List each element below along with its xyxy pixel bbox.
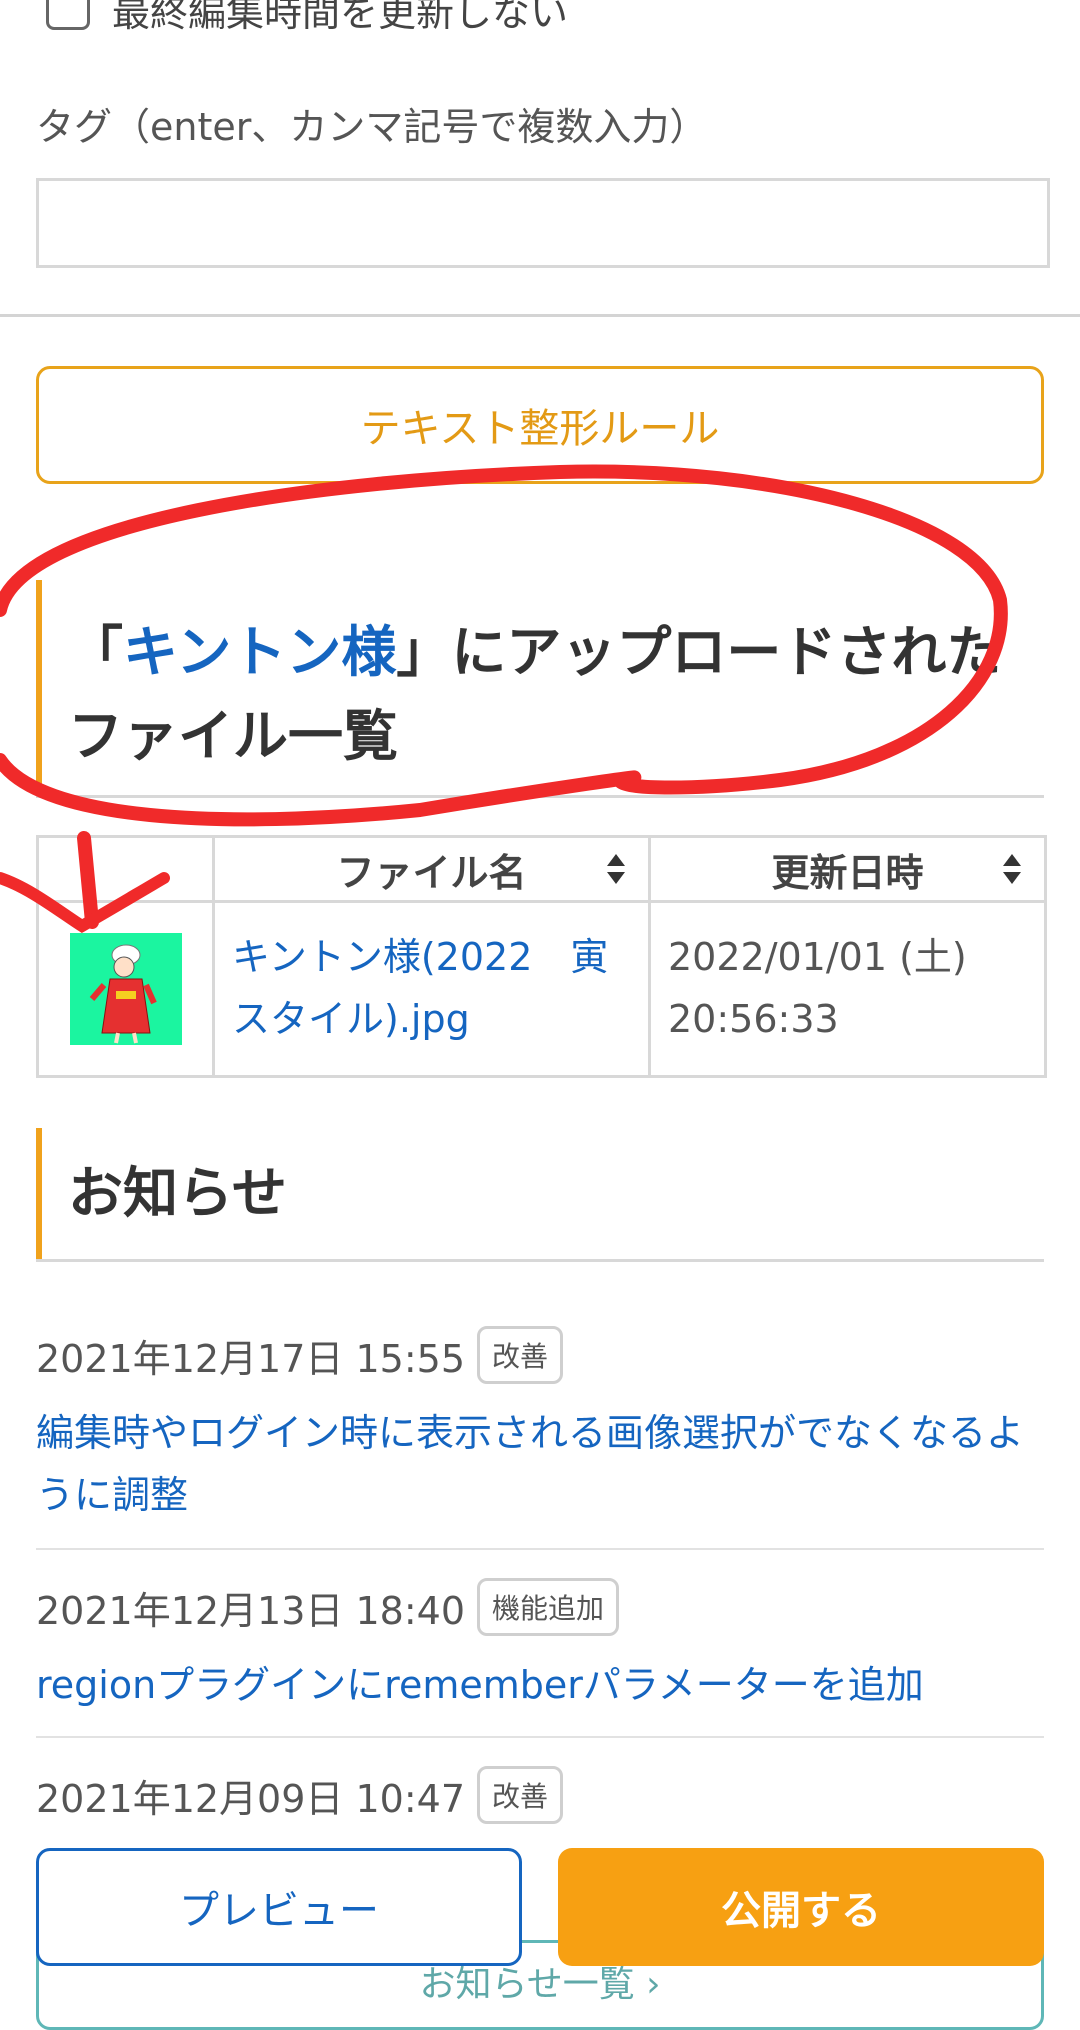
sort-icon[interactable] bbox=[1002, 852, 1022, 886]
publish-button[interactable]: 公開する bbox=[558, 1848, 1044, 1966]
heading-open-bracket: 「 bbox=[68, 620, 124, 684]
file-date-cell: 2022/01/01 (土) 20:56:33 bbox=[648, 900, 1047, 1078]
no-update-time-checkbox[interactable] bbox=[46, 0, 90, 30]
date-header-label: 更新日時 bbox=[771, 850, 924, 895]
file-thumbnail[interactable] bbox=[69, 933, 182, 1045]
news-heading-label: お知らせ bbox=[68, 1161, 287, 1225]
list-divider bbox=[36, 1736, 1044, 1738]
no-update-time-option[interactable]: 最終編集時間を更新しない bbox=[46, 0, 568, 37]
table-row: キントン様(2022 寅スタイル).jpg 2022/01/01 (土) 20:… bbox=[36, 900, 1047, 1078]
no-update-time-label: 最終編集時間を更新しない bbox=[112, 0, 569, 35]
news-title-link[interactable]: regionプラグインにrememberパラメーターを追加 bbox=[36, 1654, 1044, 1716]
preview-button[interactable]: プレビュー bbox=[36, 1848, 522, 1966]
news-date: 2021年12月09日 10:47 bbox=[36, 1776, 466, 1821]
list-item: 2021年12月09日 10:47 改善 bbox=[36, 1766, 1044, 1842]
character-image-icon bbox=[69, 933, 182, 1045]
page-name-link[interactable]: キントン様 bbox=[123, 620, 396, 684]
uploaded-files-table: ファイル名 更新日時 キントン様(2022 寅スタイル).jpg 2022/01… bbox=[36, 835, 1047, 1078]
list-item: 2021年12月17日 15:55 改善 編集時やログイン時に表示される画像選択… bbox=[36, 1326, 1044, 1526]
news-heading: お知らせ bbox=[36, 1128, 1044, 1262]
section-divider bbox=[0, 314, 1080, 317]
date-column-header[interactable]: 更新日時 bbox=[648, 835, 1047, 903]
news-date: 2021年12月13日 18:40 bbox=[36, 1588, 466, 1633]
uploaded-files-heading: 「キントン様」にアップロードされたファイル一覧 bbox=[36, 580, 1044, 798]
heading-underline bbox=[36, 1259, 1044, 1262]
file-name-header-label: ファイル名 bbox=[336, 850, 527, 895]
list-item: 2021年12月13日 18:40 機能追加 regionプラグインにremem… bbox=[36, 1578, 1044, 1716]
file-date-value: 2022/01/01 (土) 20:56:33 bbox=[668, 935, 967, 1041]
tag-field-label: タグ（enter、カンマ記号で複数入力） bbox=[36, 105, 708, 149]
table-header-row: ファイル名 更新日時 bbox=[36, 835, 1047, 903]
thumbnail-cell bbox=[36, 900, 215, 1078]
news-title-link[interactable]: 編集時やログイン時に表示される画像選択がでなくなるように調整 bbox=[36, 1402, 1044, 1526]
news-category-badge: 改善 bbox=[477, 1326, 564, 1384]
news-category-badge: 機能追加 bbox=[477, 1578, 620, 1636]
file-name-link[interactable]: キントン様(2022 寅スタイル).jpg bbox=[216, 904, 647, 1050]
tag-input[interactable] bbox=[36, 178, 1050, 268]
list-divider bbox=[36, 1548, 1044, 1550]
heading-underline bbox=[36, 795, 1044, 798]
file-name-cell: キントン様(2022 寅スタイル).jpg bbox=[212, 900, 651, 1078]
news-date: 2021年12月17日 15:55 bbox=[36, 1336, 466, 1381]
text-format-rules-button[interactable]: テキスト整形ルール bbox=[36, 366, 1044, 484]
thumbnail-column-header bbox=[36, 835, 215, 903]
sort-icon[interactable] bbox=[606, 852, 626, 886]
news-category-badge: 改善 bbox=[477, 1766, 564, 1824]
file-name-column-header[interactable]: ファイル名 bbox=[212, 835, 651, 903]
